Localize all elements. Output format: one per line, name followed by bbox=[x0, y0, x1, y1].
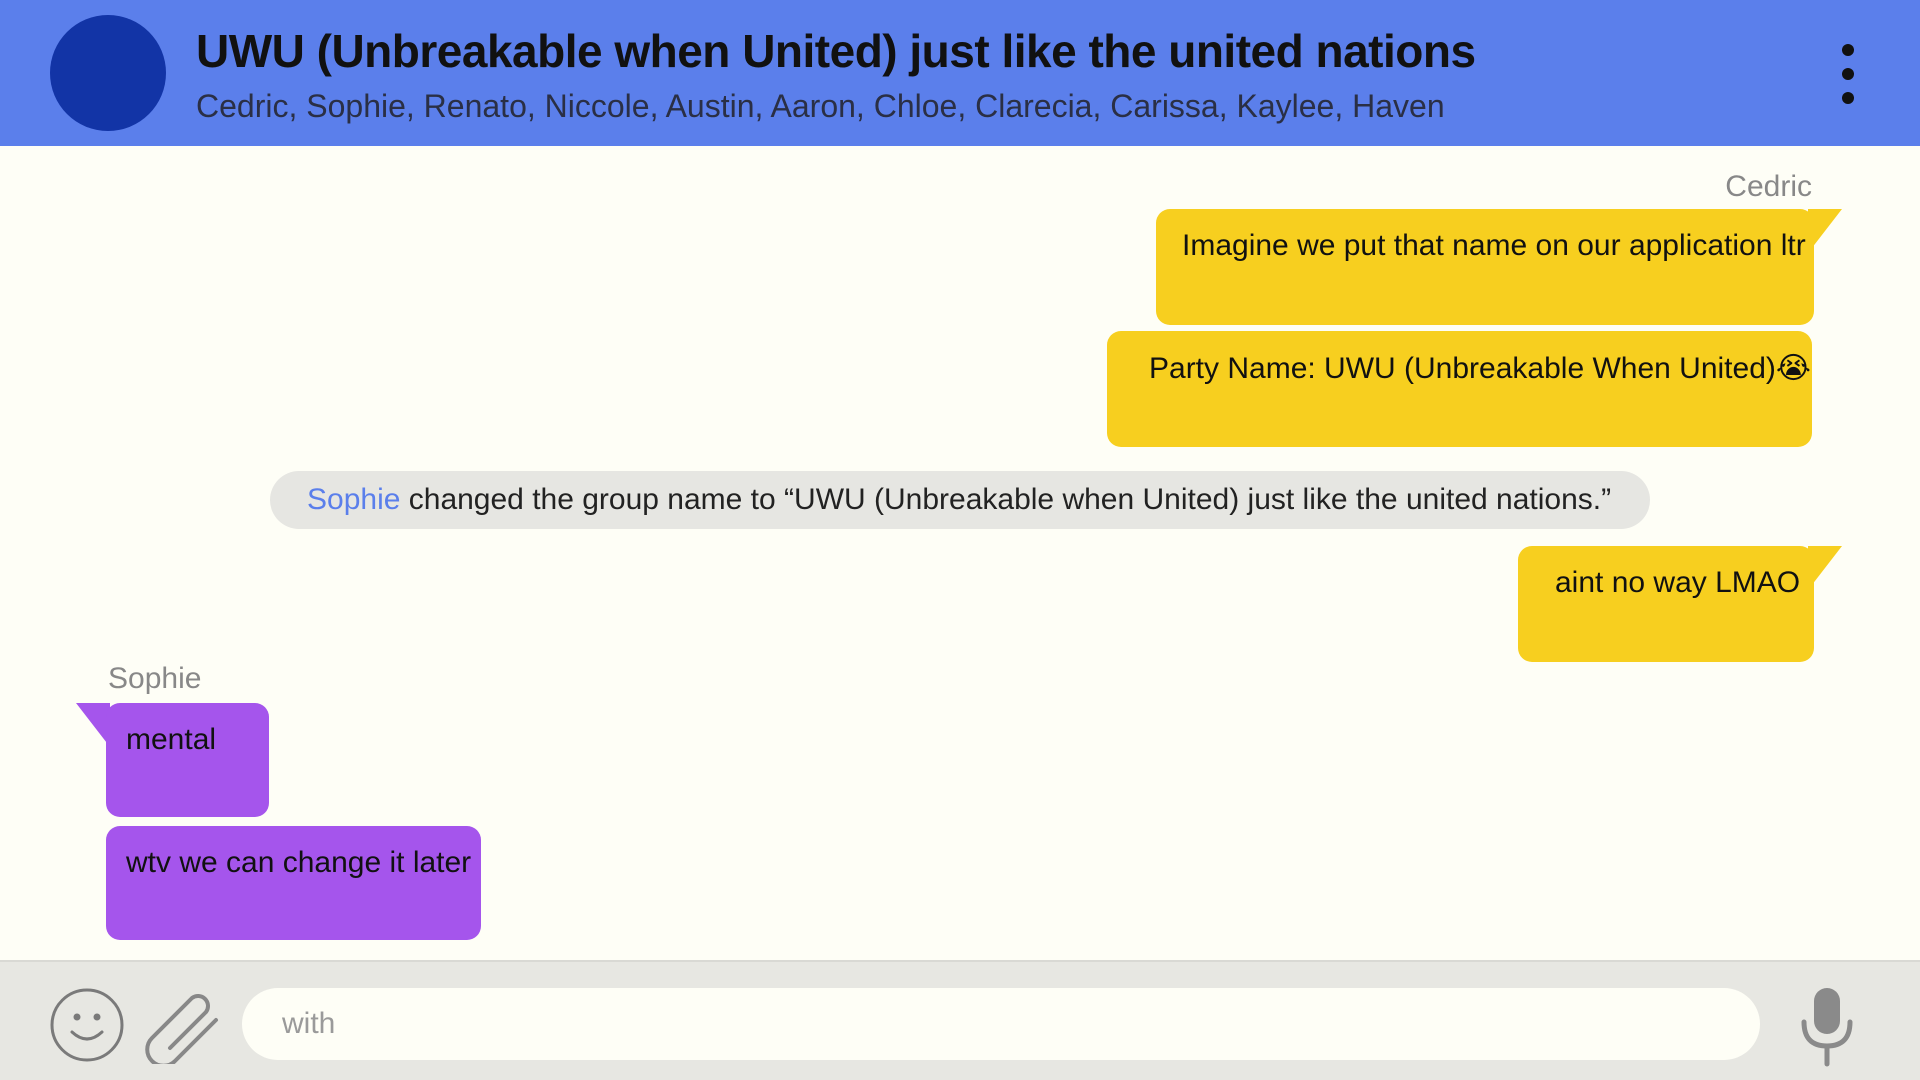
group-title: UWU (Unbreakable when United) just like … bbox=[196, 25, 1476, 77]
bubble-tail bbox=[1808, 209, 1842, 253]
system-event-pill: Sophie changed the group name to “UWU (U… bbox=[270, 471, 1650, 529]
sender-name: Cedric bbox=[1725, 170, 1812, 203]
system-event-text: changed the group name to “UWU (Unbreaka… bbox=[400, 483, 1612, 516]
incoming-message[interactable]: mental bbox=[106, 703, 269, 817]
incoming-message[interactable]: wtv we can change it later bbox=[106, 826, 481, 940]
more-options-button[interactable] bbox=[1830, 44, 1866, 104]
message-text: mental bbox=[126, 723, 217, 756]
group-members: Cedric, Sophie, Renato, Niccole, Austin,… bbox=[196, 88, 1445, 124]
system-event-user[interactable]: Sophie bbox=[307, 483, 400, 516]
outgoing-message[interactable]: aint no way LMAO bbox=[1518, 546, 1814, 662]
more-vertical-icon bbox=[1842, 44, 1854, 56]
sender-name: Sophie bbox=[108, 662, 202, 695]
paperclip-icon[interactable] bbox=[140, 984, 226, 1064]
microphone-icon[interactable] bbox=[1798, 986, 1856, 1068]
message-text: aint no way LMAO bbox=[1555, 566, 1801, 599]
bubble-tail bbox=[1808, 546, 1842, 590]
chat-header: UWU (Unbreakable when United) just like … bbox=[0, 0, 1920, 146]
outgoing-message[interactable]: Imagine we put that name on our applicat… bbox=[1156, 209, 1814, 325]
message-text: Party Name: UWU (Unbreakable When United… bbox=[1149, 352, 1811, 385]
group-avatar[interactable] bbox=[50, 15, 166, 131]
bubble-tail bbox=[76, 703, 110, 747]
message-text: Imagine we put that name on our applicat… bbox=[1182, 229, 1806, 262]
message-input[interactable] bbox=[242, 988, 1760, 1060]
outgoing-message[interactable]: Party Name: UWU (Unbreakable When United… bbox=[1107, 331, 1812, 447]
smiley-icon[interactable] bbox=[50, 988, 124, 1062]
message-text: wtv we can change it later bbox=[126, 846, 472, 879]
more-vertical-icon-dot bbox=[1842, 68, 1854, 80]
more-vertical-icon-dot bbox=[1842, 92, 1854, 104]
message-composer bbox=[0, 960, 1920, 1080]
